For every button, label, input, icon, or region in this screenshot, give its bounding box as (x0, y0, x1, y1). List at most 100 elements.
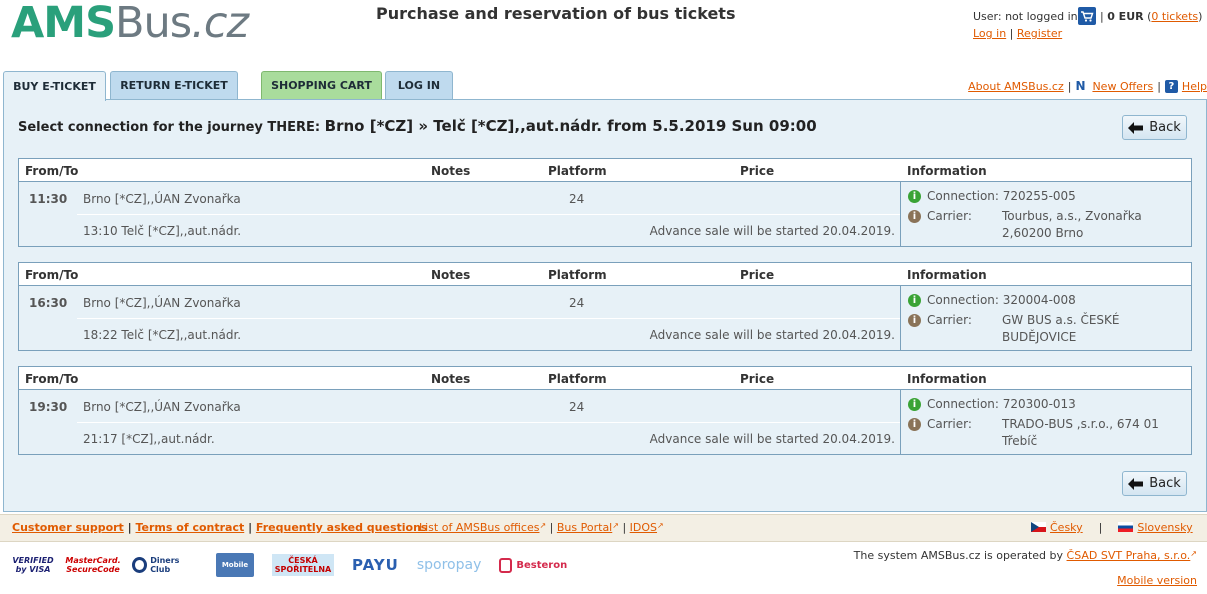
sporo-label: sporo (416, 557, 456, 573)
slovak-flag-icon (1118, 522, 1134, 532)
amsbus-logo[interactable]: AMSBus.cz (11, 0, 249, 48)
carrier-label: Carrier: (927, 417, 972, 431)
mobile-version-link[interactable]: Mobile version (1117, 574, 1197, 587)
offices-link[interactable]: List of AMSBus offices (419, 521, 539, 534)
external-link-icon: ↗ (657, 521, 664, 530)
arrival-stop: 13:10 Telč [*CZ],,aut.nádr. (83, 224, 242, 238)
column-divider (900, 390, 901, 454)
user-status: User: not logged in (973, 10, 1078, 23)
platform-value: 24 (569, 296, 585, 310)
mobile-label: Mobile (221, 561, 249, 569)
operator-prefix: The system AMSBus.cz is operated by (853, 549, 1064, 562)
footer-external-links: List of AMSBus offices↗ | Bus Portal↗ | … (419, 521, 664, 534)
connection-number: Connection: 320004-008 (927, 292, 1076, 307)
row-separator (77, 422, 900, 423)
connection-info: i Connection: 720300-013 (908, 396, 1076, 411)
operator-note: The system AMSBus.cz is operated by ČSAD… (854, 549, 1197, 562)
col-information: Information (907, 372, 987, 386)
carrier-info: i Carrier: TRADO-BUS ,s.r.o., 674 01 Tře… (908, 416, 1188, 450)
logo-ams: AMS (11, 0, 116, 48)
platform-value: 24 (569, 400, 585, 414)
lang-czech[interactable]: Česky (1031, 521, 1083, 534)
column-divider (900, 286, 901, 350)
carrier-icon: i (908, 314, 921, 327)
col-platform: Platform (548, 372, 607, 386)
tab-log-in[interactable]: LOG IN (385, 71, 453, 99)
carrier-label: Carrier: (927, 313, 972, 327)
connection-card[interactable]: From/To Notes Platform Price Information… (18, 366, 1192, 455)
bus-portal-link[interactable]: Bus Portal (557, 521, 612, 534)
register-link[interactable]: Register (1017, 27, 1062, 40)
lang-slovak[interactable]: Slovensky (1118, 521, 1193, 534)
terms-link[interactable]: Terms of contract (136, 521, 245, 534)
col-platform: Platform (548, 268, 607, 282)
external-link-icon: ↗ (612, 521, 619, 530)
help-link[interactable]: Help (1182, 80, 1207, 93)
mc-line2: SecureCode (66, 565, 120, 574)
czech-flag-icon (1031, 522, 1046, 532)
connection-card[interactable]: From/To Notes Platform Price Information… (18, 262, 1192, 351)
mobile-version-label[interactable]: Mobile version (1117, 574, 1197, 587)
col-from-to: From/To (25, 372, 79, 386)
besteron-label: Besteron (516, 559, 568, 571)
diners-label: Diners Club (150, 556, 180, 574)
platform-value: 24 (569, 192, 585, 206)
diners-club-logo: Diners Club (132, 556, 198, 574)
login-link[interactable]: Log in (973, 27, 1006, 40)
lang-separator: | (1098, 521, 1103, 534)
info-icon: i (908, 398, 921, 411)
back-label: Back (1149, 476, 1181, 491)
customer-support-link[interactable]: Customer support (12, 521, 124, 534)
about-link[interactable]: About AMSBus.cz (968, 80, 1064, 93)
lang-czech-label[interactable]: Česky (1050, 521, 1083, 534)
logo-cz: .cz (191, 0, 249, 48)
col-price: Price (740, 164, 775, 178)
connection-panel: Select connection for the journey THERE:… (3, 99, 1207, 512)
diners-ring-icon (132, 557, 148, 573)
connection-header: From/To Notes Platform Price Information (19, 263, 1191, 286)
faq-link[interactable]: Frequently asked questions (256, 521, 428, 534)
col-price: Price (740, 372, 775, 386)
logo-bus: Bus (115, 0, 192, 48)
carrier-icon: i (908, 418, 921, 431)
new-offers-link[interactable]: New Offers (1092, 80, 1153, 93)
sporopay-logo: sporo pay (417, 557, 482, 573)
language-switcher: Česky | Slovensky (1031, 521, 1193, 534)
journey-prefix: Select connection for the journey THERE: (18, 120, 321, 135)
col-from-to: From/To (25, 164, 79, 178)
connection-number: Connection: 720255-005 (927, 188, 1076, 203)
advance-sale-note: Advance sale will be started 20.04.2019. (649, 328, 895, 342)
external-link-icon: ↗ (1190, 549, 1197, 558)
connection-number: Connection: 720300-013 (927, 396, 1076, 411)
ceska-sporitelna-logo: ČESKÁ SPOŘITELNA (272, 554, 334, 576)
cs-line1: ČESKÁ (288, 556, 318, 565)
departure-stop: Brno [*CZ],,ÚAN Zvonařka (83, 400, 241, 414)
carrier-name: Tourbus, a.s., Zvonařka 2,60200 Brno (1002, 209, 1142, 240)
mc-line1: MasterCard. (65, 556, 121, 565)
carrier-icon: i (908, 210, 921, 223)
tab-shopping-cart[interactable]: SHOPPING CART (261, 71, 382, 99)
carrier-name: TRADO-BUS ,s.r.o., 674 01 Třebíč (1002, 417, 1159, 448)
journey-title: Select connection for the journey THERE:… (18, 117, 817, 135)
cs-line2: SPOŘITELNA (274, 565, 332, 574)
auth-links: Log in | Register (973, 27, 1063, 40)
cart-tickets-link[interactable]: 0 tickets (1151, 10, 1198, 23)
connection-card[interactable]: From/To Notes Platform Price Information… (18, 158, 1192, 247)
idos-link[interactable]: IDOS (630, 521, 657, 534)
departure-time: 16:30 (29, 296, 68, 310)
tab-return-eticket[interactable]: RETURN E-TICKET (110, 71, 238, 99)
operator-link[interactable]: ČSAD SVT Praha, s.r.o. (1067, 549, 1191, 562)
mobile-payment-logo: Mobile (216, 553, 254, 577)
back-button-bottom[interactable]: Back (1122, 471, 1187, 496)
lang-slovak-label[interactable]: Slovensky (1137, 521, 1192, 534)
carrier-name: GW BUS a.s. ČESKÉ BUDĚJOVICE (1002, 313, 1120, 344)
back-button-top[interactable]: Back (1122, 115, 1187, 140)
info-icon: i (908, 294, 921, 307)
cart-summary: | 0 EUR (0 tickets) (1100, 10, 1203, 23)
shopping-cart-icon[interactable] (1078, 7, 1096, 25)
mastercard-securecode-logo: MasterCard. SecureCode (65, 556, 120, 574)
col-information: Information (907, 268, 987, 282)
help-icon: ? (1164, 80, 1178, 93)
tab-buy-eticket[interactable]: BUY E-TICKET (3, 71, 106, 101)
arrow-left-icon (1128, 121, 1144, 134)
